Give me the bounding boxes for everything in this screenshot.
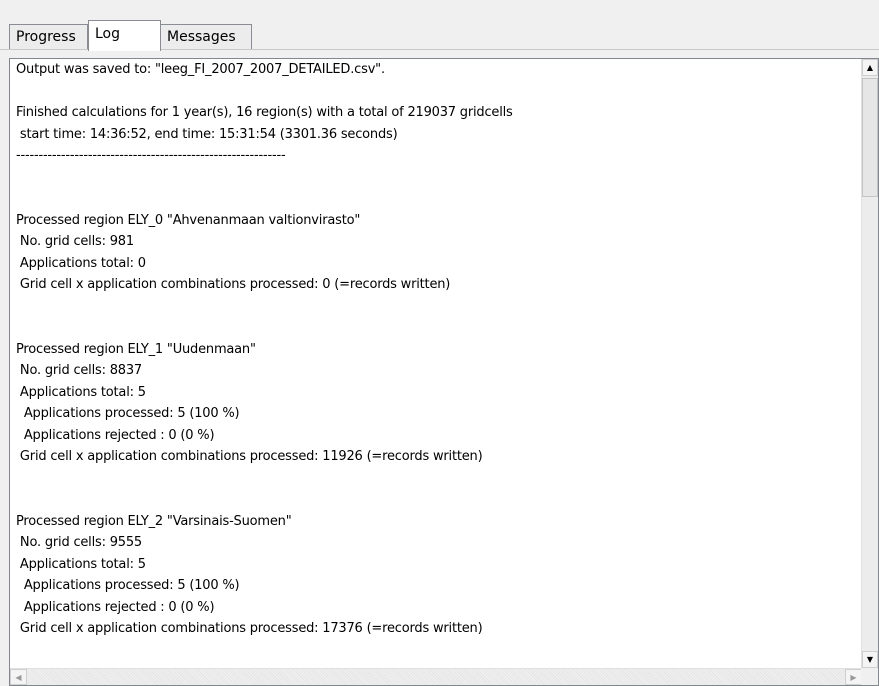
log-line: Applications rejected : 0 (0 %) xyxy=(16,599,215,615)
tab-log-label: Log xyxy=(95,26,121,42)
log-line: No. grid cells: 981 xyxy=(16,234,134,249)
log-line: Grid cell x application combinations pro… xyxy=(16,449,483,464)
down-arrow-icon: ▼ xyxy=(866,655,874,664)
scrollbar-corner xyxy=(861,668,878,685)
log-line: No. grid cells: 9555 xyxy=(16,535,142,550)
scroll-right-button[interactable]: ▶ xyxy=(845,669,862,685)
log-line: Processed region ELY_1 "Uudenmaan" xyxy=(16,341,256,357)
log-line: Output was saved to: "leeg_FI_2007_2007_… xyxy=(16,62,385,77)
log-text-area[interactable]: Output was saved to: "leeg_FI_2007_2007_… xyxy=(9,58,879,686)
tab-progress[interactable]: Progress xyxy=(9,24,88,49)
horizontal-scrollbar[interactable]: ◀ ▶ xyxy=(10,668,862,685)
left-arrow-icon: ◀ xyxy=(15,672,22,682)
vertical-scroll-thumb[interactable] xyxy=(862,78,878,197)
right-arrow-icon: ▶ xyxy=(850,672,857,682)
log-line: Applications total: 5 xyxy=(16,384,146,400)
log-line: Processed region ELY_2 "Varsinais-Suomen… xyxy=(16,513,292,529)
log-line: Finished calculations for 1 year(s), 16 … xyxy=(16,105,513,120)
log-line: Grid cell x application combinations pro… xyxy=(16,621,483,636)
scroll-down-button[interactable]: ▼ xyxy=(862,651,878,668)
log-line: Applications rejected : 0 (0 %) xyxy=(16,427,215,443)
log-line: start time: 14:36:52, end time: 15:31:54… xyxy=(16,126,398,142)
tab-messages[interactable]: Messages xyxy=(160,24,252,49)
scroll-left-button[interactable]: ◀ xyxy=(10,669,27,685)
log-content: Output was saved to: "leeg_FI_2007_2007_… xyxy=(10,59,862,668)
log-line: Applications total: 0 xyxy=(16,255,146,271)
log-line: Grid cell x application combinations pro… xyxy=(16,277,451,292)
tab-progress-label: Progress xyxy=(16,29,76,45)
top-band xyxy=(0,0,879,22)
log-line: Applications processed: 5 (100 %) xyxy=(16,578,240,593)
log-line: Applications processed: 5 (100 %) xyxy=(16,406,240,421)
scroll-up-button[interactable]: ▲ xyxy=(862,59,878,76)
log-window: Progress Messages Log Output was saved t… xyxy=(0,0,879,686)
tab-messages-label: Messages xyxy=(167,29,236,45)
up-arrow-icon: ▲ xyxy=(866,63,874,72)
log-line: Processed region ELY_0 "Ahvenanmaan valt… xyxy=(16,212,361,228)
log-line: ----------------------------------------… xyxy=(16,148,286,163)
log-line: No. grid cells: 8837 xyxy=(16,363,142,378)
log-line: Applications total: 5 xyxy=(16,556,146,572)
vertical-scrollbar[interactable]: ▲ ▼ xyxy=(861,59,878,668)
tab-log[interactable]: Log xyxy=(88,20,161,51)
